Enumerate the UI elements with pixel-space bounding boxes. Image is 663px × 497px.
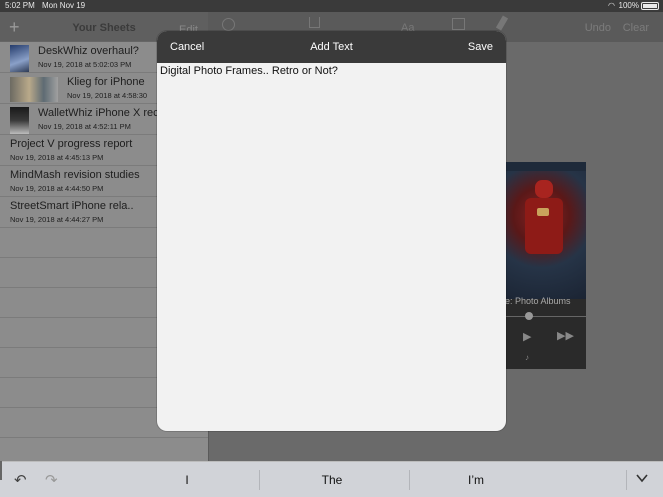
photo-progress-track [505, 316, 586, 317]
sheet-name: WalletWhiz iPhone X rec [38, 107, 159, 119]
suggestion-divider [409, 470, 410, 490]
sheet-timestamp: Nov 19, 2018 at 4:45:13 PM [10, 153, 104, 162]
sheet-timestamp: Nov 19, 2018 at 5:02:03 PM [38, 60, 132, 69]
music-note-icon: ♪ [525, 353, 529, 362]
suggestion-divider [259, 470, 260, 490]
status-time: 5:02 PM [5, 1, 35, 10]
sheet-timestamp: Nov 19, 2018 at 4:44:50 PM [10, 184, 104, 193]
photo-figure-body [525, 198, 563, 254]
sheet-timestamp: Nov 19, 2018 at 4:44:27 PM [10, 215, 104, 224]
wifi-icon: ◠ [608, 1, 615, 10]
redo-icon[interactable]: ↷ [45, 471, 58, 489]
save-button[interactable]: Save [468, 41, 493, 53]
dialog-header: Cancel Add Text Save [157, 31, 506, 63]
add-text-dialog: Cancel Add Text Save Digital Photo Frame… [157, 31, 506, 431]
battery-icon [641, 2, 659, 10]
sheet-name: DeskWhiz overhaul? [38, 45, 139, 57]
photo-figure-head [535, 180, 553, 198]
undo-button[interactable]: Undo [585, 22, 611, 34]
photo-figure-chest [537, 208, 549, 216]
sheet-name: StreetSmart iPhone rela.. [10, 200, 134, 212]
sheet-name: MindMash revision studies [10, 169, 140, 181]
status-bar: 5:02 PM Mon Nov 19 ◠ 100% [0, 0, 663, 12]
pen-icon[interactable] [495, 15, 509, 31]
photo-progress-knob [525, 312, 533, 320]
suggestion-item[interactable]: The [272, 473, 392, 487]
photo-card[interactable]: e: Photo Albums ▶ ▶▶ ♪ [505, 162, 586, 369]
play-icon: ▶ [523, 331, 532, 343]
sheet-thumbnail [10, 45, 29, 72]
paste-icon[interactable] [0, 461, 2, 480]
next-track-icon: ▶▶ [557, 330, 574, 342]
sheet-timestamp: Nov 19, 2018 at 4:58:30 [67, 91, 148, 100]
copy-icon[interactable] [452, 18, 465, 30]
sheet-timestamp: Nov 19, 2018 at 4:52:11 PM [38, 122, 131, 131]
suggestion-divider [626, 470, 627, 490]
keyboard-suggestion-bar: ↶ ↷ I The I’m [0, 461, 663, 497]
sheet-thumbnail [10, 77, 58, 102]
suggestion-item[interactable]: I’m [416, 473, 536, 487]
globe-icon[interactable] [222, 18, 235, 31]
clear-button[interactable]: Clear [623, 22, 649, 34]
status-date: Mon Nov 19 [42, 1, 86, 10]
share-icon[interactable] [309, 17, 320, 28]
photo-status-strip [505, 162, 586, 171]
sheet-name: Klieg for iPhone [67, 76, 145, 88]
dialog-title: Add Text [310, 41, 353, 53]
text-editor[interactable]: Digital Photo Frames.. Retro or Not? [160, 65, 503, 77]
photo-caption: e: Photo Albums [505, 296, 571, 306]
sheet-name: Project V progress report [10, 138, 133, 150]
battery-percent: 100% [618, 1, 639, 10]
chevron-down-icon[interactable] [635, 471, 649, 485]
undo-icon[interactable]: ↶ [14, 471, 27, 489]
suggestion-item[interactable]: I [127, 473, 247, 487]
sheet-thumbnail [10, 107, 29, 134]
